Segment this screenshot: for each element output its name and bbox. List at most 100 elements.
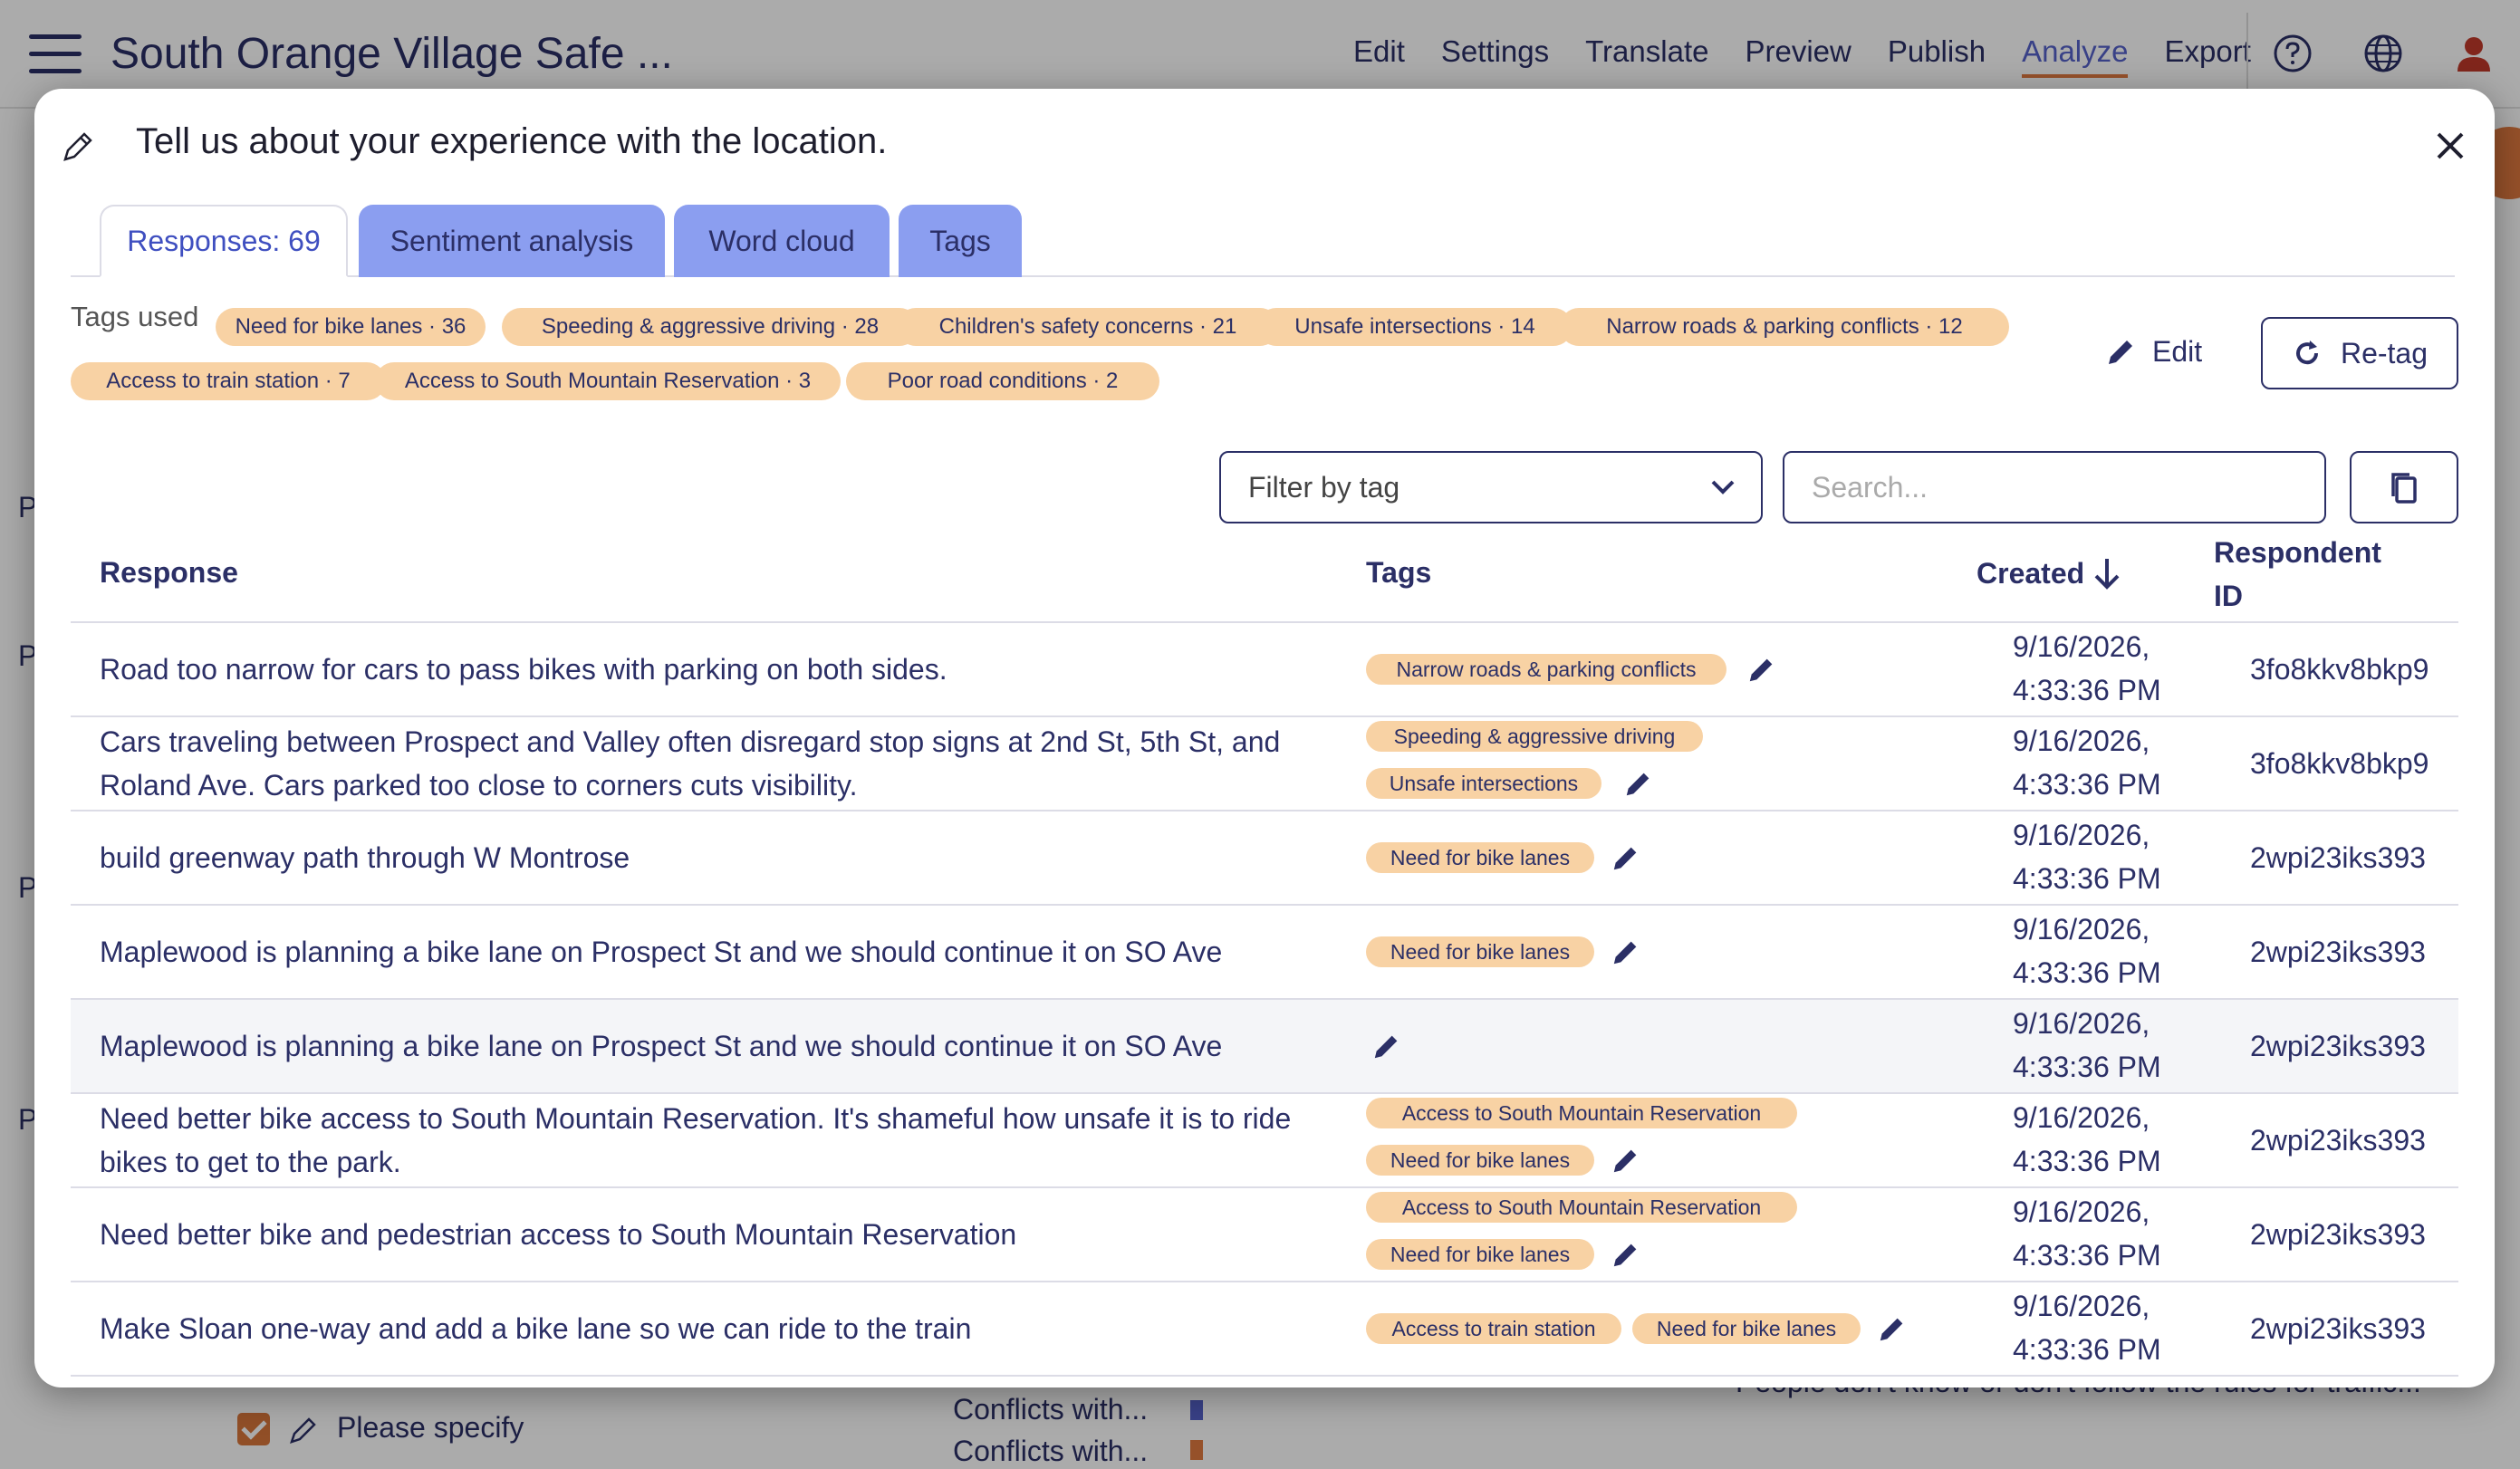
respondent-id-cell: 2wpi23iks393 <box>2250 1217 2426 1251</box>
response-cell: Need better bike access to South Mountai… <box>100 1102 1292 1178</box>
tag-chip[interactable]: Narrow roads & parking conflicts · 12 <box>1560 308 2009 346</box>
retag-button[interactable]: Re-tag <box>2261 317 2458 389</box>
row-tag-chip[interactable]: Need for bike lanes <box>1366 1145 1594 1176</box>
respondent-id-cell: 2wpi23iks393 <box>2250 1123 2426 1157</box>
copy-button[interactable] <box>2350 451 2458 523</box>
created-date: 9/16/2026, <box>2013 1195 2150 1228</box>
created-time: 4:33:36 PM <box>2013 1333 2161 1366</box>
column-header-tags[interactable]: Tags <box>1366 556 1431 590</box>
tab-responses[interactable]: Responses: 69 <box>100 205 348 277</box>
response-cell: Maplewood is planning a bike lane on Pro… <box>100 1030 1223 1062</box>
column-header-created[interactable]: Created <box>1977 556 2122 590</box>
tab-bar: Responses: 69 Sentiment analysis Word cl… <box>71 205 2455 277</box>
created-time: 4:33:36 PM <box>2013 1051 2161 1083</box>
created-time: 4:33:36 PM <box>2013 956 2161 989</box>
tag-chip[interactable]: Access to train station · 7 <box>71 362 386 400</box>
filter-placeholder: Filter by tag <box>1248 470 1400 504</box>
row-tag-chip[interactable]: Need for bike lanes <box>1632 1313 1861 1344</box>
tag-chip[interactable]: Need for bike lanes · 36 <box>216 308 486 346</box>
tab-tags[interactable]: Tags <box>899 205 1022 277</box>
pencil-icon <box>2109 341 2132 364</box>
respondent-id-cell: 3fo8kkv8bkp9 <box>2250 746 2429 780</box>
close-icon[interactable] <box>2431 127 2469 165</box>
pencil-icon[interactable] <box>1623 768 1654 799</box>
response-cell: Cars traveling between Prospect and Vall… <box>100 725 1281 802</box>
created-cell: 9/16/2026, 4:33:36 PM <box>2013 1190 2161 1277</box>
created-time: 4:33:36 PM <box>2013 1145 2161 1177</box>
respondent-id-cell: 2wpi23iks393 <box>2250 840 2426 874</box>
row-tag-chip[interactable]: Access to South Mountain Reservation <box>1366 1098 1797 1128</box>
table-row: Maplewood is planning a bike lane on Pro… <box>71 906 2458 1000</box>
respondent-id-cell: 2wpi23iks393 <box>2250 935 2426 968</box>
edit-tags-button[interactable]: Edit <box>2105 326 2214 377</box>
response-cell: Road too narrow for cars to pass bikes w… <box>100 653 947 686</box>
copy-icon <box>2391 473 2417 504</box>
respondent-id-cell: 3fo8kkv8bkp9 <box>2250 652 2429 686</box>
chevron-down-icon <box>1711 480 1735 494</box>
responses-modal: Tell us about your experience with the l… <box>34 89 2495 1387</box>
filter-by-tag-select[interactable]: Filter by tag <box>1219 451 1763 523</box>
response-cell: Make Sloan one-way and add a bike lane s… <box>100 1312 972 1345</box>
row-tag-chip[interactable]: Unsafe intersections <box>1366 768 1601 799</box>
respondent-id-cell: 2wpi23iks393 <box>2250 1029 2426 1062</box>
tag-chip[interactable]: Poor road conditions · 2 <box>846 362 1159 400</box>
pencil-icon[interactable] <box>1611 842 1641 873</box>
tab-word-cloud[interactable]: Word cloud <box>674 205 890 277</box>
row-tag-chip[interactable]: Need for bike lanes <box>1366 936 1594 967</box>
table-row: Road too narrow for cars to pass bikes w… <box>71 623 2458 717</box>
created-cell: 9/16/2026, 4:33:36 PM <box>2013 719 2161 806</box>
pencil-icon[interactable] <box>1746 654 1777 685</box>
table-row: Need better bike and pedestrian access t… <box>71 1188 2458 1282</box>
row-tag-chip[interactable]: Need for bike lanes <box>1366 842 1594 873</box>
column-header-response[interactable]: Response <box>100 556 238 590</box>
modal-header: Tell us about your experience with the l… <box>34 89 2495 206</box>
tags-used-label: Tags used <box>71 301 199 332</box>
modal-title: Tell us about your experience with the l… <box>136 121 888 161</box>
created-time: 4:33:36 PM <box>2013 768 2161 801</box>
row-tag-chip[interactable]: Access to train station <box>1366 1313 1621 1344</box>
response-cell: Need better bike and pedestrian access t… <box>100 1218 1017 1251</box>
row-tag-chip[interactable]: Narrow roads & parking conflicts <box>1366 654 1726 685</box>
pencil-icon[interactable] <box>1611 936 1641 967</box>
table-row: Cars traveling between Prospect and Vall… <box>71 717 2458 811</box>
edit-label: Edit <box>2152 334 2203 368</box>
created-date: 9/16/2026, <box>2013 1290 2150 1322</box>
pencil-icon[interactable] <box>1611 1145 1641 1176</box>
created-time: 4:33:36 PM <box>2013 674 2161 706</box>
row-tag-chip[interactable]: Need for bike lanes <box>1366 1239 1594 1270</box>
created-cell: 9/16/2026, 4:33:36 PM <box>2013 1002 2161 1089</box>
created-cell: 9/16/2026, 4:33:36 PM <box>2013 907 2161 994</box>
pencil-icon[interactable] <box>1877 1313 1908 1344</box>
created-time: 4:33:36 PM <box>2013 862 2161 895</box>
created-date: 9/16/2026, <box>2013 913 2150 946</box>
tag-chip[interactable]: Speeding & aggressive driving · 28 <box>502 308 919 346</box>
tab-sentiment-analysis[interactable]: Sentiment analysis <box>359 205 665 277</box>
tag-chip[interactable]: Access to South Mountain Reservation · 3 <box>375 362 841 400</box>
created-date: 9/16/2026, <box>2013 630 2150 663</box>
respondent-header-line: Respondent <box>2214 536 2381 569</box>
tag-chip[interactable]: Unsafe intersections · 14 <box>1257 308 1573 346</box>
table-row: Need better bike access to South Mountai… <box>71 1094 2458 1188</box>
pencil-icon[interactable] <box>1611 1239 1641 1270</box>
row-tag-chip[interactable]: Access to South Mountain Reservation <box>1366 1192 1797 1223</box>
search-input[interactable] <box>1783 451 2326 523</box>
response-cell: Maplewood is planning a bike lane on Pro… <box>100 936 1223 968</box>
table-row: Make Sloan one-way and add a bike lane s… <box>71 1282 2458 1377</box>
table-row: Maplewood is planning a bike lane on Pro… <box>71 1000 2458 1094</box>
respondent-id-cell: 2wpi23iks393 <box>2250 1311 2426 1345</box>
created-header-label: Created <box>1977 556 2085 590</box>
row-tag-chip[interactable]: Speeding & aggressive driving <box>1366 721 1703 752</box>
tag-chip[interactable]: Children's safety concerns · 21 <box>897 308 1279 346</box>
created-date: 9/16/2026, <box>2013 725 2150 757</box>
created-cell: 9/16/2026, 4:33:36 PM <box>2013 1096 2161 1183</box>
refresh-icon <box>2295 341 2318 365</box>
created-date: 9/16/2026, <box>2013 1007 2150 1040</box>
table-row: build greenway path through W Montrose N… <box>71 811 2458 906</box>
pencil-icon <box>63 132 92 161</box>
respondent-header-line: ID <box>2214 580 2243 612</box>
column-header-respondent-id[interactable]: Respondent ID <box>2214 531 2381 618</box>
response-cell: build greenway path through W Montrose <box>100 841 630 874</box>
created-date: 9/16/2026, <box>2013 1101 2150 1134</box>
pencil-icon[interactable] <box>1371 1031 1402 1061</box>
created-date: 9/16/2026, <box>2013 819 2150 851</box>
